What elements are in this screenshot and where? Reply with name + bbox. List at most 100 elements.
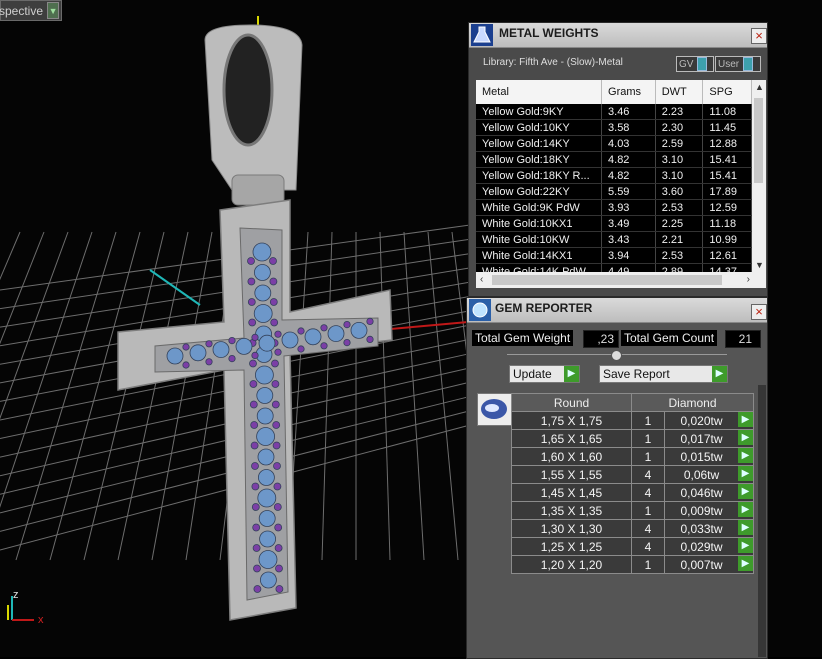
gem-weight: 0,009tw bbox=[680, 503, 723, 518]
table-cell: Yellow Gold:9KY bbox=[476, 104, 603, 120]
toggle-knob-icon bbox=[697, 57, 708, 71]
scroll-thumb[interactable] bbox=[754, 98, 763, 183]
gem-stone bbox=[366, 317, 374, 325]
gem-cell: 1,20 X 1,20 bbox=[511, 555, 632, 574]
table-cell: 12.59 bbox=[702, 199, 752, 216]
gem-stone bbox=[297, 327, 305, 335]
gem-row[interactable]: 1,45 X 1,45 4 0,046tw ▶ bbox=[511, 483, 754, 502]
table-cell: 11.45 bbox=[702, 119, 752, 136]
scroll-down-icon[interactable]: ▼ bbox=[755, 260, 764, 270]
user-toggle[interactable]: User bbox=[715, 56, 761, 72]
gem-cell: 0,017tw ▶ bbox=[664, 429, 754, 448]
gem-weight: 0,029tw bbox=[680, 539, 723, 554]
close-icon[interactable]: × bbox=[751, 304, 767, 320]
gem-stone bbox=[251, 462, 259, 470]
row-arrow-icon[interactable]: ▶ bbox=[738, 448, 753, 463]
gem-stone bbox=[249, 359, 257, 368]
gem-stone bbox=[257, 488, 277, 508]
gem-row[interactable]: 1,55 X 1,55 4 0,06tw ▶ bbox=[511, 465, 754, 484]
view-mode-selector[interactable]: spective ▼ bbox=[0, 0, 63, 21]
user-toggle-label: User bbox=[718, 58, 740, 70]
gem-count: 1 bbox=[644, 557, 652, 572]
table-row[interactable]: Yellow Gold:9KY 3.46 2.23 11.08 bbox=[476, 104, 752, 120]
axis-x-label: x bbox=[38, 614, 44, 626]
gem-stone bbox=[257, 448, 275, 466]
table-row[interactable]: White Gold:14KX1 3.94 2.53 12.61 bbox=[476, 247, 752, 264]
table-row[interactable]: Yellow Gold:18KY 4.82 3.10 15.41 bbox=[476, 151, 752, 168]
horizontal-scrollbar[interactable]: ‹ › bbox=[476, 272, 766, 288]
metal-flask-icon bbox=[471, 24, 493, 46]
gem-weight: 0,06tw bbox=[683, 467, 720, 482]
table-row[interactable]: White Gold:10KX1 3.49 2.25 11.18 bbox=[476, 215, 752, 232]
table-cell: 14.37 bbox=[702, 263, 752, 272]
hscroll-thumb[interactable] bbox=[492, 275, 722, 285]
scroll-up-icon[interactable]: ▲ bbox=[755, 82, 764, 92]
table-cell: 11.08 bbox=[702, 104, 752, 120]
gem-cell: 0,033tw ▶ bbox=[664, 519, 754, 538]
table-cell: 2.23 bbox=[655, 104, 704, 120]
gem-row[interactable]: 1,35 X 1,35 1 0,009tw ▶ bbox=[511, 501, 754, 520]
table-row[interactable]: Yellow Gold:14KY 4.03 2.59 12.88 bbox=[476, 135, 752, 152]
gem-stone bbox=[254, 284, 272, 302]
table-cell: 2.21 bbox=[655, 231, 704, 248]
round-diamond-icon[interactable] bbox=[477, 393, 512, 426]
gem-row[interactable]: 1,65 X 1,65 1 0,017tw ▶ bbox=[511, 429, 754, 448]
row-arrow-icon[interactable]: ▶ bbox=[738, 556, 753, 571]
save-report-button[interactable]: Save Report ▶ bbox=[599, 365, 728, 383]
table-row[interactable]: Yellow Gold:18KY R... 4.82 3.10 15.41 bbox=[476, 167, 752, 184]
table-row[interactable]: Yellow Gold:22KY 5.59 3.60 17.89 bbox=[476, 183, 752, 200]
table-row[interactable]: Yellow Gold:10KY 3.58 2.30 11.45 bbox=[476, 119, 752, 136]
column-header[interactable]: SPG bbox=[702, 80, 752, 104]
gem-stone bbox=[182, 361, 190, 369]
gem-cell: 0,015tw ▶ bbox=[664, 447, 754, 466]
play-arrow-icon: ▶ bbox=[564, 366, 579, 382]
close-icon[interactable]: × bbox=[751, 28, 767, 44]
gem-stone bbox=[304, 328, 322, 346]
column-header[interactable]: Grams bbox=[601, 80, 656, 104]
gem-cell: 1,65 X 1,65 bbox=[511, 429, 632, 448]
gem-count: 1 bbox=[644, 503, 652, 518]
gem-stone bbox=[271, 400, 280, 409]
metal-weights-titlebar[interactable]: METAL WEIGHTS × bbox=[469, 23, 767, 48]
total-gem-weight-value: ,23 bbox=[583, 330, 619, 348]
table-cell: 4.82 bbox=[601, 167, 656, 184]
row-arrow-icon[interactable]: ▶ bbox=[738, 520, 753, 535]
gem-row[interactable]: 1,20 X 1,20 1 0,007tw ▶ bbox=[511, 555, 754, 574]
splitter-knob-icon[interactable] bbox=[611, 350, 622, 361]
row-arrow-icon[interactable]: ▶ bbox=[738, 466, 753, 481]
gem-stone bbox=[250, 441, 259, 450]
gem-cell: 4 bbox=[631, 483, 665, 502]
row-arrow-icon[interactable]: ▶ bbox=[738, 502, 753, 517]
gv-toggle[interactable]: GV bbox=[676, 56, 714, 72]
row-arrow-icon[interactable]: ▶ bbox=[738, 430, 753, 445]
table-row[interactable]: White Gold:9K PdW 3.93 2.53 12.59 bbox=[476, 199, 752, 216]
row-arrow-icon[interactable]: ▶ bbox=[738, 412, 753, 427]
gem-stone bbox=[251, 351, 259, 359]
scroll-right-icon[interactable]: › bbox=[747, 274, 750, 285]
row-arrow-icon[interactable]: ▶ bbox=[738, 484, 753, 499]
gem-row[interactable]: 1,25 X 1,25 4 0,029tw ▶ bbox=[511, 537, 754, 556]
gem-stone bbox=[182, 343, 190, 351]
column-header[interactable]: DWT bbox=[655, 80, 704, 104]
gem-row[interactable]: 1,75 X 1,75 1 0,020tw ▶ bbox=[511, 411, 754, 430]
gem-cell: 0,029tw ▶ bbox=[664, 537, 754, 556]
gem-stone bbox=[166, 347, 184, 365]
row-arrow-icon[interactable]: ▶ bbox=[738, 538, 753, 553]
gem-row[interactable]: 1,30 X 1,30 4 0,033tw ▶ bbox=[511, 519, 754, 538]
shape-header: Round bbox=[511, 393, 632, 412]
dropdown-arrow-icon[interactable]: ▼ bbox=[47, 2, 60, 19]
update-button[interactable]: Update ▶ bbox=[509, 365, 580, 383]
gem-cell: 1,35 X 1,35 bbox=[511, 501, 632, 520]
gem-row[interactable]: 1,60 X 1,60 1 0,015tw ▶ bbox=[511, 447, 754, 466]
gem-stone bbox=[350, 321, 368, 339]
vertical-scrollbar[interactable]: ▲ ▼ bbox=[752, 80, 766, 272]
scroll-left-icon[interactable]: ‹ bbox=[480, 274, 483, 285]
gem-stone bbox=[271, 380, 280, 388]
table-row[interactable]: White Gold:14K PdW 4.49 2.89 14.37 bbox=[476, 263, 752, 272]
column-header[interactable]: Metal bbox=[476, 80, 603, 104]
gem-stone bbox=[256, 387, 274, 404]
table-row[interactable]: White Gold:10KW 3.43 2.21 10.99 bbox=[476, 231, 752, 248]
gem-reporter-titlebar[interactable]: GEM REPORTER × bbox=[467, 298, 767, 323]
table-cell: 3.10 bbox=[655, 151, 704, 168]
table-cell: 3.60 bbox=[655, 183, 704, 200]
